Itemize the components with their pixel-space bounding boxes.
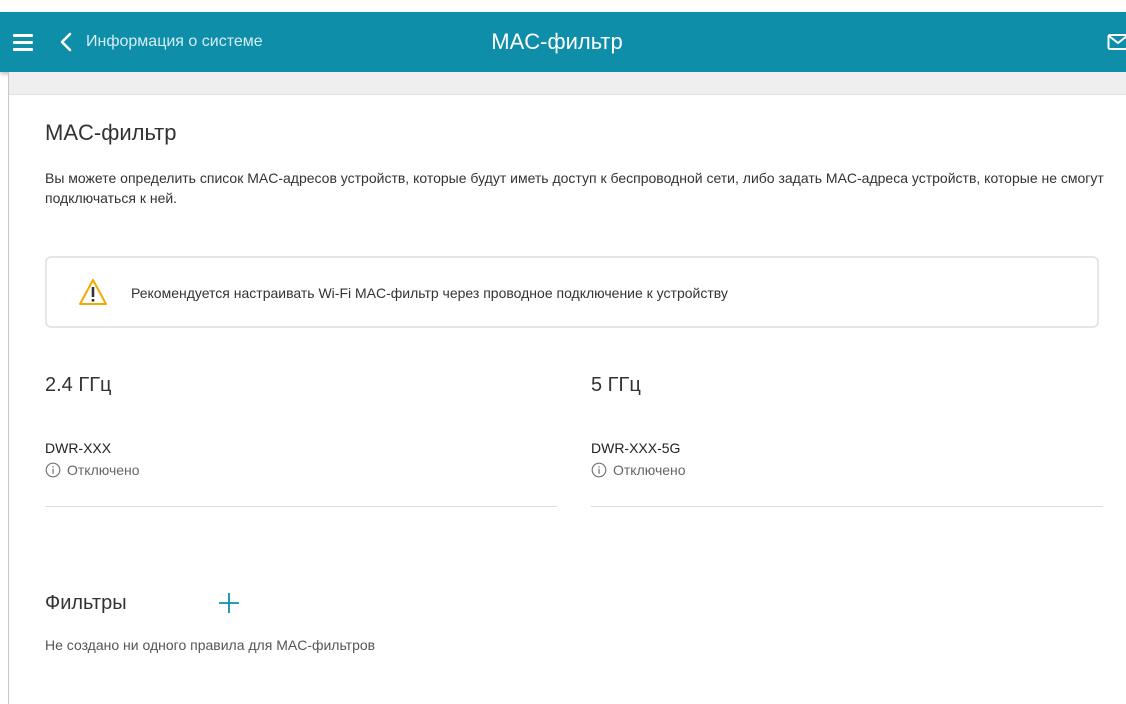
plus-icon[interactable] <box>217 591 241 615</box>
status-text: Отключено <box>613 462 686 478</box>
info-icon <box>45 462 61 478</box>
divider <box>45 506 557 507</box>
warning-triangle-icon <box>79 279 107 305</box>
ssid-name-5ghz[interactable]: DWR-XXX-5G <box>591 440 680 456</box>
divider <box>591 506 1103 507</box>
status-5ghz: Отключено <box>591 462 686 478</box>
ssid-name-2-4ghz[interactable]: DWR-XXX <box>45 440 111 456</box>
info-icon <box>591 462 607 478</box>
band-title-2-4ghz: 2.4 ГГц <box>45 374 112 396</box>
left-divider <box>8 72 9 704</box>
section-description: Вы можете определить список MAC-адресов … <box>45 170 1104 206</box>
warning-banner: Рекомендуется настраивать Wi-Fi MAC-филь… <box>45 256 1099 328</box>
app-window: Информация о системе MAC-фильтр MAC-филь… <box>0 0 1126 704</box>
page-title: MAC-фильтр <box>491 29 623 54</box>
mail-icon[interactable] <box>1107 33 1126 51</box>
section-title: MAC-фильтр <box>45 120 177 145</box>
top-bar: Информация о системе MAC-фильтр <box>0 12 1126 72</box>
filters-empty-text: Не создано ни одного правила для MAC-фил… <box>45 637 376 653</box>
content-top-strip <box>9 72 1126 95</box>
warning-text: Рекомендуется настраивать Wi-Fi MAC-филь… <box>131 285 728 301</box>
status-text: Отключено <box>67 462 140 478</box>
status-2-4ghz: Отключено <box>45 462 140 478</box>
filters-title: Фильтры <box>45 592 127 614</box>
band-title-5ghz: 5 ГГц <box>591 374 641 396</box>
